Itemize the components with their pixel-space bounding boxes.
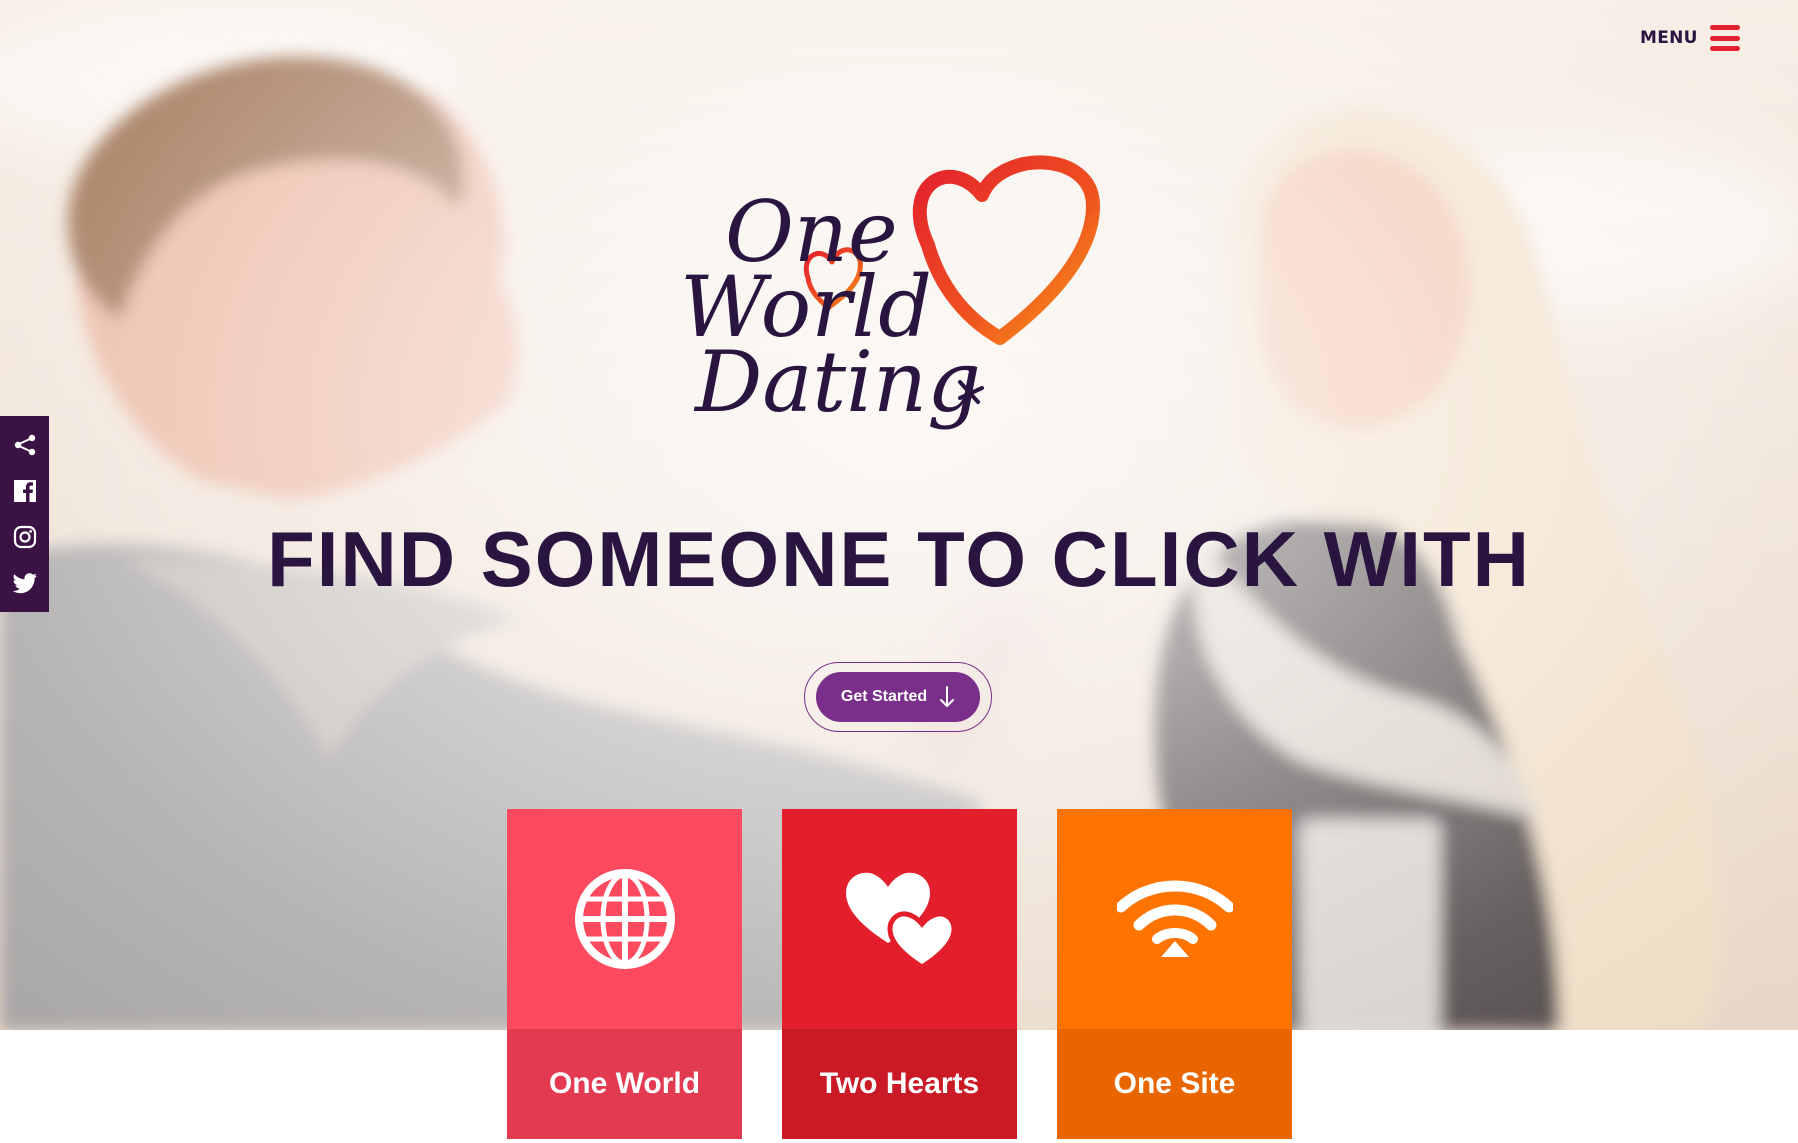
tile-one-world[interactable]: One World — [507, 809, 742, 1139]
share-button[interactable] — [12, 432, 38, 458]
tile-one-world-top — [507, 809, 742, 1029]
tile-two-hearts[interactable]: Two Hearts — [782, 809, 1017, 1139]
tile-one-world-label: One World — [507, 1029, 742, 1139]
tile-one-site-label: One Site — [1057, 1029, 1292, 1139]
get-started-outline: Get Started — [804, 662, 992, 732]
logo-line-dating: Dating — [695, 333, 981, 431]
menu-button[interactable]: MENU — [1640, 22, 1740, 54]
get-started-label: Get Started — [840, 688, 928, 705]
get-started-button[interactable]: Get Started — [816, 672, 980, 722]
site-logo[interactable]: One World Dating — [660, 150, 1130, 450]
tile-one-site-top — [1057, 809, 1292, 1029]
share-icon — [14, 434, 35, 456]
hamburger-icon — [1709, 25, 1740, 51]
menu-label: MENU — [1640, 28, 1698, 48]
tile-two-hearts-top — [782, 809, 1017, 1029]
arrow-down-icon — [940, 686, 955, 707]
globe-icon — [574, 869, 675, 969]
hero-headline: FIND SOMEONE TO CLICK WITH — [267, 515, 1531, 603]
facebook-icon — [13, 480, 36, 502]
tile-two-hearts-label: Two Hearts — [782, 1029, 1017, 1139]
wifi-icon — [1116, 880, 1233, 957]
tile-one-site[interactable]: One Site — [1057, 809, 1292, 1139]
two-hearts-icon — [845, 872, 957, 970]
feature-tiles: One World Two Hearts One Site — [507, 809, 1292, 1139]
facebook-button[interactable] — [12, 478, 38, 504]
